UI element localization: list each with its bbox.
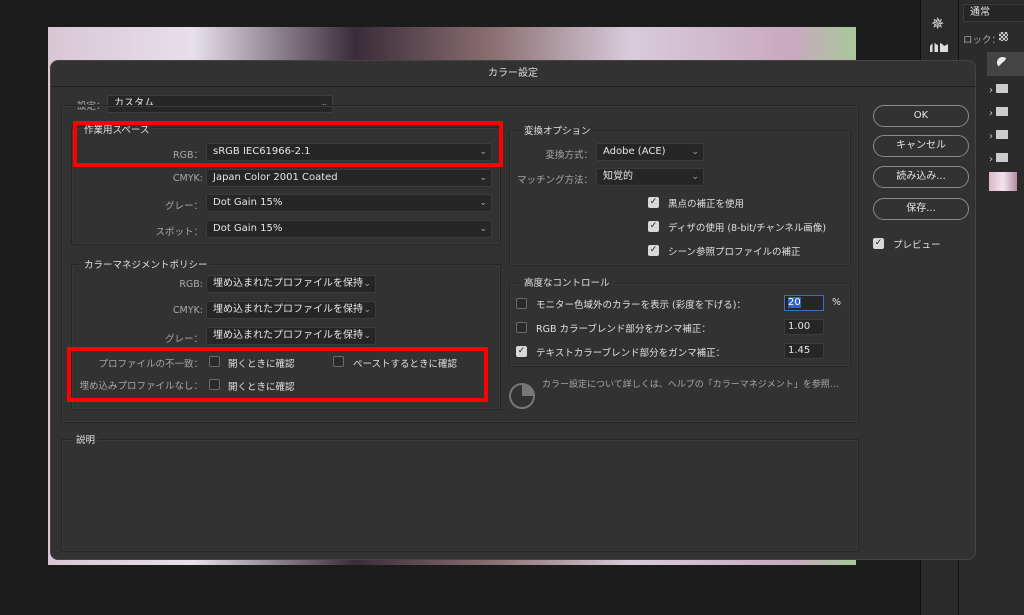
layer-thumbnail[interactable] (989, 172, 1017, 191)
rgb-policy-select[interactable]: 埋め込まれたプロファイルを保持 ⌄ (206, 275, 376, 293)
layer-row-adjustment[interactable] (987, 52, 1024, 76)
description-title: 説明 (73, 432, 99, 446)
lock-transparent-icon[interactable] (999, 32, 1008, 41)
highlight-profile-mismatch (67, 347, 488, 402)
black-point-label: 黒点の補正を使用 (668, 199, 745, 210)
conversion-title: 変換オプション (521, 123, 594, 137)
save-button[interactable]: 保存... (873, 198, 969, 220)
intent-select[interactable]: 知覚的 ⌄ (596, 168, 704, 186)
chevron-down-icon: ⌄ (691, 147, 699, 157)
chevron-down-icon: ⌄ (479, 224, 487, 234)
scene-referred-label: シーン参照プロファイルの補正 (668, 247, 801, 258)
rgb-gamma-input[interactable]: 1.00 (784, 319, 824, 335)
adjustment-icon (997, 57, 1008, 68)
ok-button[interactable]: OK (873, 105, 969, 127)
text-gamma-checkbox[interactable]: ✓ (516, 346, 527, 357)
dialog-title: カラー設定 (51, 61, 975, 87)
spot-workspace-select[interactable]: Dot Gain 15% ⌄ (206, 220, 492, 238)
layer-group-3[interactable]: › (989, 130, 1009, 142)
rgb-policy-label: RGB: (179, 279, 203, 290)
cmyk-workspace-select[interactable]: Japan Color 2001 Coated ⌄ (206, 169, 492, 187)
policies-title: カラーマネジメントポリシー (81, 257, 211, 271)
folder-icon (996, 130, 1009, 139)
gray-policy-label: グレー： (164, 334, 203, 345)
chevron-down-icon: ⌄ (363, 305, 371, 315)
highlight-working-space-rgb (73, 121, 503, 167)
scene-referred-checkbox[interactable]: ✓ (648, 245, 659, 256)
cmyk-policy-label: CMYK: (172, 305, 203, 316)
advanced-title: 高度なコントロール (521, 275, 613, 289)
text-gamma-input[interactable]: 1.45 (784, 343, 824, 359)
cancel-button[interactable]: キャンセル (873, 135, 969, 157)
color-settings-dialog: カラー設定 設定： カスタム ⌄ 作業用スペース RGB： sRGB IEC619… (50, 60, 976, 560)
text-gamma-label: テキストカラーブレンド部分をガンマ補正： (536, 348, 726, 359)
gray-workspace-label: グレー： (164, 201, 203, 212)
spot-workspace-label: スポット： (155, 227, 203, 238)
lock-label: ロック： (963, 35, 1002, 46)
folder-icon (996, 84, 1009, 93)
dither-checkbox[interactable]: ✓ (648, 221, 659, 232)
cmyk-policy-select[interactable]: 埋め込まれたプロファイルを保持 ⌄ (206, 301, 376, 319)
black-point-checkbox[interactable]: ✓ (648, 197, 659, 208)
help-text: カラー設定について詳しくは、ヘルプの「カラーマネジメント」を参照… (542, 380, 839, 390)
gray-policy-select[interactable]: 埋め込まれたプロファイルを保持 ⌄ (206, 327, 376, 345)
desaturate-checkbox[interactable] (516, 298, 527, 309)
load-button[interactable]: 読み込み... (873, 166, 969, 188)
preview-label: プレビュー (893, 240, 941, 251)
description-group (61, 439, 859, 552)
layer-group-4[interactable]: › (989, 153, 1009, 165)
navigator-icon[interactable]: ✵ (931, 14, 944, 33)
chevron-down-icon: ⌄ (479, 198, 487, 208)
intent-label: マッチング方法： (516, 175, 593, 186)
engine-label: 変換方式： (545, 150, 593, 161)
layer-group-2[interactable]: › (989, 107, 1009, 119)
cmyk-workspace-label: CMYK: (172, 173, 203, 184)
engine-select[interactable]: Adobe (ACE) ⌄ (596, 143, 704, 161)
chevron-down-icon: ⌄ (691, 172, 699, 182)
dither-label: ディザの使用 (8-bit/チャンネル画像) (668, 223, 827, 234)
chevron-down-icon: ⌄ (363, 331, 371, 341)
chevron-down-icon: ⌄ (363, 279, 371, 289)
desaturate-label: モニター色域外のカラーを表示 (彩度を下げる)： (536, 300, 746, 311)
percent-unit: % (832, 297, 842, 308)
blend-mode-select[interactable]: 通常 (963, 4, 1024, 22)
preview-checkbox[interactable]: ✓ (873, 238, 884, 249)
folder-icon (996, 153, 1009, 162)
chevron-down-icon: ⌄ (479, 173, 487, 183)
rgb-gamma-checkbox[interactable] (516, 322, 527, 333)
desaturate-input[interactable]: 20 (784, 295, 824, 311)
rgb-gamma-label: RGB カラーブレンド部分をガンマ補正： (536, 324, 711, 335)
layer-group-1[interactable]: › (989, 84, 1009, 96)
folder-icon (996, 107, 1009, 116)
gray-workspace-select[interactable]: Dot Gain 15% ⌄ (206, 194, 492, 212)
color-management-help-icon (509, 383, 535, 409)
histogram-icon[interactable] (930, 42, 948, 52)
